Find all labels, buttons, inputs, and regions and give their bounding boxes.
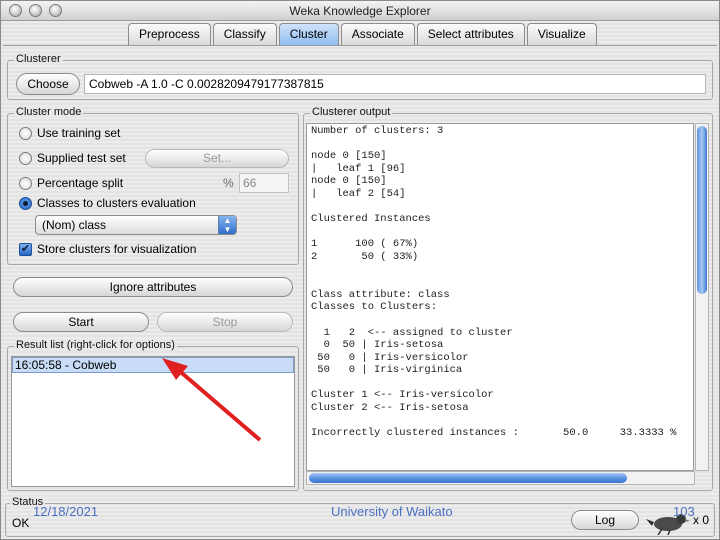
radio-button-icon[interactable] xyxy=(19,151,32,165)
class-attribute-value: (Nom) class xyxy=(42,218,107,232)
output-line: 0 50 | Iris-setosa xyxy=(311,339,444,352)
set-test-set-button[interactable]: Set... xyxy=(145,149,289,168)
radio-button-selected-icon[interactable] xyxy=(19,196,32,210)
output-line: | leaf 1 [96] xyxy=(311,162,406,175)
tab-divider xyxy=(3,45,717,46)
output-line: Class attribute: class xyxy=(311,288,450,301)
clusterer-config-field[interactable]: Cobweb -A 1.0 -C 0.0028209479177387815 xyxy=(84,74,706,94)
output-line: 1 2 <-- assigned to cluster xyxy=(311,326,513,339)
radio-percentage-split[interactable]: Percentage split xyxy=(19,175,123,191)
clusterer-panel: Clusterer Choose Cobweb -A 1.0 -C 0.0028… xyxy=(7,53,713,100)
output-line: node 0 [150] xyxy=(311,175,387,188)
store-clusters-checkbox-row[interactable]: ✔ Store clusters for visualization xyxy=(19,241,196,257)
tab-preprocess[interactable]: Preprocess xyxy=(128,23,211,45)
tab-cluster[interactable]: Cluster xyxy=(278,23,339,45)
checkbox-checked-icon[interactable]: ✔ xyxy=(19,242,32,256)
output-line: Cluster 1 <-- Iris-versicolor xyxy=(311,389,494,402)
output-line: Cluster 2 <-- Iris-setosa xyxy=(311,402,469,415)
radio-button-icon[interactable] xyxy=(19,126,32,140)
title-bar: Weka Knowledge Explorer xyxy=(1,1,719,21)
clusterer-output-group-label: Clusterer output xyxy=(310,106,393,118)
tab-visualize[interactable]: Visualize xyxy=(526,23,597,45)
class-attribute-select[interactable]: (Nom) class ▲ ▼ xyxy=(35,215,237,235)
radio-classes-to-clusters[interactable]: Classes to clusters evaluation xyxy=(19,195,196,211)
radio-use-training-set[interactable]: Use training set xyxy=(19,125,120,141)
result-list-group-label: Result list (right-click for options) xyxy=(14,339,177,351)
footer-institution: University of Waikato xyxy=(331,504,453,519)
tab-select-attributes[interactable]: Select attributes xyxy=(416,23,525,45)
tab-bar: Preprocess Classify Cluster Associate Se… xyxy=(128,23,599,45)
output-line: 1 100 ( 67%) xyxy=(311,238,419,251)
output-line: Incorrectly clustered instances : 50.0 3… xyxy=(311,427,677,440)
percentage-value: 66 xyxy=(243,176,257,190)
output-line: Clustered Instances xyxy=(311,213,431,226)
radio-button-icon[interactable] xyxy=(19,176,32,190)
vertical-scroll-thumb[interactable] xyxy=(697,126,707,294)
footer-date: 12/18/2021 xyxy=(33,504,99,519)
choose-button[interactable]: Choose xyxy=(16,73,80,95)
log-button[interactable]: Log xyxy=(571,510,639,530)
output-line: | leaf 2 [54] xyxy=(311,187,406,200)
output-line: 50 0 | Iris-versicolor xyxy=(311,351,469,364)
output-horizontal-scrollbar[interactable] xyxy=(306,471,695,485)
clusterer-output-text[interactable]: Number of clusters: 3 node 0 [150] | leaf… xyxy=(306,123,694,471)
result-item-label: 16:05:58 - Cobweb xyxy=(15,358,117,372)
red-arrow-icon xyxy=(162,358,262,442)
output-line: 2 50 ( 33%) xyxy=(311,250,419,263)
start-button[interactable]: Start xyxy=(13,312,149,332)
radio-label: Use training set xyxy=(37,126,121,140)
percentage-input[interactable]: 66 xyxy=(239,173,289,193)
tab-associate[interactable]: Associate xyxy=(340,23,415,45)
stop-button[interactable]: Stop xyxy=(157,312,293,332)
window-title: Weka Knowledge Explorer xyxy=(289,4,431,18)
footer-page-number: 103 xyxy=(673,504,695,519)
status-text: OK xyxy=(12,516,30,530)
output-line: node 0 [150] xyxy=(311,150,387,163)
radio-label: Percentage split xyxy=(37,176,124,190)
ignore-attributes-button[interactable]: Ignore attributes xyxy=(13,277,293,297)
clusterer-group-label: Clusterer xyxy=(14,53,63,65)
radio-label: Supplied test set xyxy=(37,151,126,165)
store-clusters-label: Store clusters for visualization xyxy=(37,242,197,256)
output-line: 50 0 | Iris-virginica xyxy=(311,364,463,377)
output-vertical-scrollbar[interactable] xyxy=(695,123,709,471)
status-count: x 0 xyxy=(693,513,710,527)
output-line: Number of clusters: 3 xyxy=(311,125,444,137)
percent-symbol: % xyxy=(223,176,234,190)
cluster-mode-group-label: Cluster mode xyxy=(14,106,84,118)
horizontal-scroll-thumb[interactable] xyxy=(309,473,627,483)
radio-label: Classes to clusters evaluation xyxy=(37,196,196,210)
output-line: Classes to Clusters: xyxy=(311,301,438,314)
tab-classify[interactable]: Classify xyxy=(212,23,277,45)
weka-explorer-window: Weka Knowledge Explorer Preprocess Class… xyxy=(0,0,720,540)
select-arrows-icon: ▲ ▼ xyxy=(218,216,236,234)
radio-supplied-test-set[interactable]: Supplied test set xyxy=(19,150,126,166)
clusterer-config-text: Cobweb -A 1.0 -C 0.0028209479177387815 xyxy=(89,77,324,91)
